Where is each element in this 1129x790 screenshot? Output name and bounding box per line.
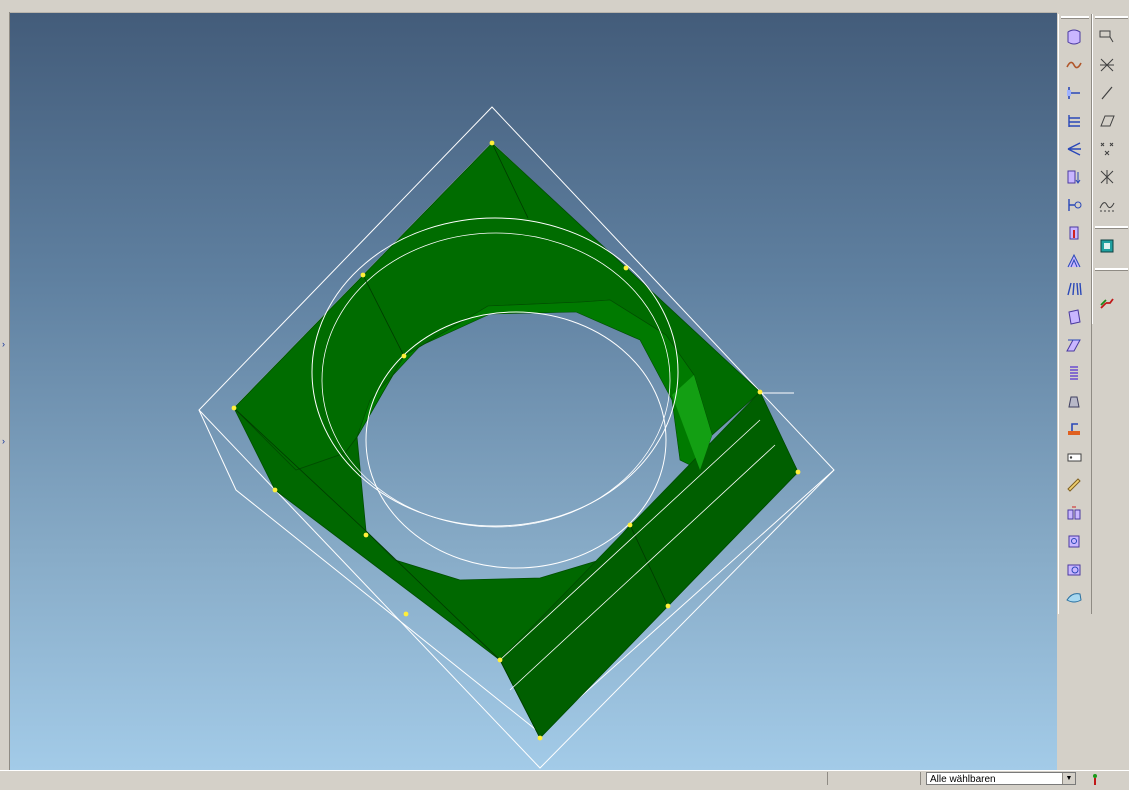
chevron-down-icon[interactable]: ▼	[1062, 773, 1075, 784]
thicken-icon[interactable]	[1063, 222, 1085, 244]
toolbar-grip[interactable]	[1095, 16, 1128, 19]
3d-model-view[interactable]	[10, 13, 1057, 770]
relations-icon[interactable]	[1096, 292, 1118, 314]
plane-icon[interactable]	[1096, 110, 1118, 132]
status-indicator-icon	[1090, 772, 1100, 785]
toolbar-grip[interactable]	[1095, 268, 1128, 271]
blend-icon[interactable]	[1063, 334, 1085, 356]
expand-arrow-icon[interactable]: ›	[2, 340, 8, 349]
point-icon[interactable]	[1096, 138, 1118, 160]
helix-icon[interactable]	[1063, 362, 1085, 384]
datum-axis-icon[interactable]	[1063, 138, 1085, 160]
spline-curve-icon[interactable]	[1063, 54, 1085, 76]
selection-filter-value: Alle wählbaren	[930, 774, 996, 785]
line-icon[interactable]	[1096, 82, 1118, 104]
tag-icon[interactable]	[1063, 446, 1085, 468]
mass-properties-icon[interactable]	[1063, 530, 1085, 552]
extrude-icon[interactable]	[1063, 166, 1085, 188]
toolbar-grip[interactable]	[1095, 226, 1128, 229]
surface-modeler-icon[interactable]	[1063, 26, 1085, 48]
status-divider	[827, 772, 828, 785]
surface-analysis-icon[interactable]	[1063, 586, 1085, 608]
wrap-icon[interactable]	[1063, 306, 1085, 328]
toolbar-grip[interactable]	[1061, 16, 1089, 19]
selection-filter-dropdown[interactable]: Alle wählbaren ▼	[926, 772, 1076, 785]
sweep-icon[interactable]	[1063, 250, 1085, 272]
trim-icon[interactable]	[1096, 54, 1118, 76]
status-divider	[920, 772, 921, 785]
expand-arrow-icon[interactable]: ›	[2, 437, 8, 446]
draft-icon[interactable]	[1063, 390, 1085, 412]
3d-graphics-viewport[interactable]	[10, 13, 1057, 770]
curve-icon[interactable]	[1096, 194, 1118, 216]
left-splitter[interactable]: › ›	[0, 12, 10, 770]
offset-planes-icon[interactable]	[1063, 110, 1085, 132]
measure-icon[interactable]	[1063, 474, 1085, 496]
coord-system-icon[interactable]	[1096, 166, 1118, 188]
analysis-icon[interactable]	[1063, 502, 1085, 524]
round-icon[interactable]	[1063, 418, 1085, 440]
model-tree-icon[interactable]	[1096, 235, 1118, 257]
cross-section-icon[interactable]	[1063, 558, 1085, 580]
wire-edge	[509, 444, 776, 691]
datum-plane-icon[interactable]	[1063, 82, 1085, 104]
menu-strip	[0, 0, 1129, 13]
sketch-icon[interactable]	[1096, 26, 1118, 48]
pattern-icon[interactable]	[1063, 278, 1085, 300]
revolve-icon[interactable]	[1063, 194, 1085, 216]
